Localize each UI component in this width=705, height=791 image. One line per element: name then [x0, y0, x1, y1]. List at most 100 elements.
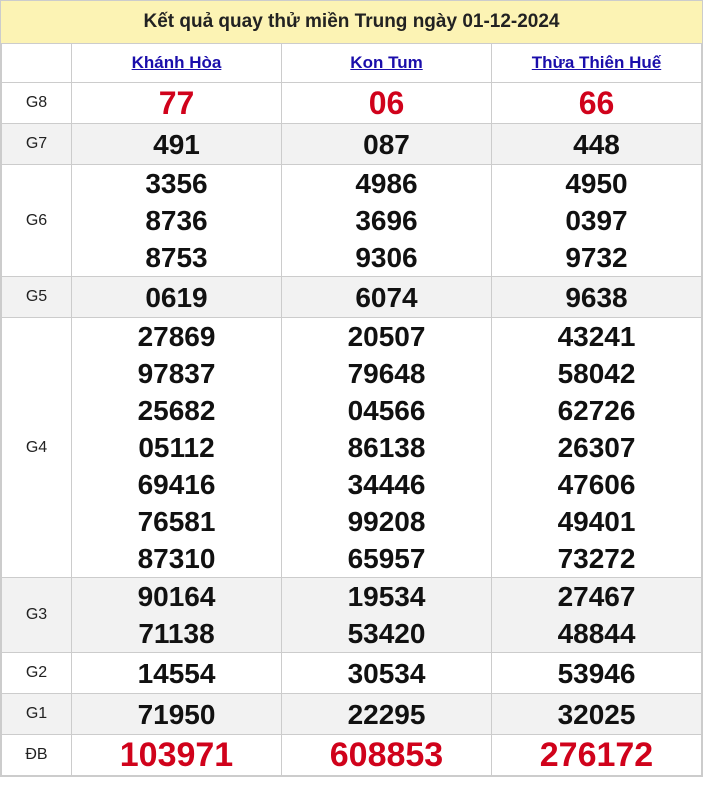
prize-number: 9306 — [355, 242, 418, 273]
prize-number: 86138 — [347, 432, 426, 463]
prize-row-g1: G1 71950 22295 32025 — [1, 693, 702, 735]
prize-number: 04566 — [347, 395, 426, 426]
prize-number: 608853 — [329, 735, 444, 774]
prize-cell: 6074 — [281, 276, 492, 318]
prize-number: 58042 — [557, 358, 636, 389]
prize-number: 87310 — [137, 543, 216, 574]
prize-number: 491 — [153, 128, 200, 160]
prize-number: 276172 — [539, 735, 654, 774]
prize-cell: 27467 48844 — [491, 577, 702, 653]
prize-row-g4: G4 27869 97837 25682 05112 69416 76581 87310 205… — [1, 317, 702, 578]
results-table: Khánh Hòa Kon Tum Thừa Thiên Huế G8 77 06 6… — [1, 43, 702, 776]
prize-label: G4 — [1, 317, 72, 578]
prize-row-g8: G8 77 06 66 — [1, 82, 702, 124]
prize-number: 4986 — [355, 168, 418, 199]
prize-cell: 0619 — [71, 276, 282, 318]
prize-cell: 22295 — [281, 693, 492, 735]
prize-row-g6: G6 3356 8736 8753 4986 3696 9306 4950 0397 9732 — [1, 164, 702, 277]
prize-label: G8 — [1, 82, 72, 124]
prize-number: 43241 — [557, 321, 636, 352]
prize-number: 19534 — [347, 581, 426, 612]
prize-cell: 71950 — [71, 693, 282, 735]
prize-cell: 77 — [71, 82, 282, 124]
results-panel: Kết quả quay thử miền Trung ngày 01-12-2… — [0, 0, 703, 777]
prize-cell: 608853 — [281, 734, 492, 776]
province-header-row: Khánh Hòa Kon Tum Thừa Thiên Huế — [1, 43, 702, 83]
province-link-thua-thien-hue[interactable]: Thừa Thiên Huế — [532, 53, 661, 72]
prize-cell: 087 — [281, 123, 492, 165]
prize-number: 6074 — [355, 281, 418, 313]
prize-number: 99208 — [347, 506, 426, 537]
prize-number: 73272 — [557, 543, 636, 574]
prize-number: 71950 — [137, 698, 216, 730]
prize-cell: 06 — [281, 82, 492, 124]
prize-number: 53946 — [557, 657, 636, 689]
page-title: Kết quả quay thử miền Trung ngày 01-12-2… — [1, 1, 702, 43]
prize-number: 62726 — [557, 395, 636, 426]
prize-number: 448 — [573, 128, 620, 160]
prize-label: G1 — [1, 693, 72, 735]
prize-cell: 66 — [491, 82, 702, 124]
prize-number: 34446 — [347, 469, 426, 500]
prize-number: 77 — [158, 84, 195, 121]
prize-cell: 19534 53420 — [281, 577, 492, 653]
prize-cell: 276172 — [491, 734, 702, 776]
prize-number: 79648 — [347, 358, 426, 389]
prize-number: 9638 — [565, 281, 628, 313]
prize-label: G2 — [1, 652, 72, 694]
corner-cell — [1, 43, 72, 83]
prize-label: G5 — [1, 276, 72, 318]
prize-row-db: ĐB 103971 608853 276172 — [1, 734, 702, 776]
prize-number: 3696 — [355, 205, 418, 236]
prize-number: 20507 — [347, 321, 426, 352]
prize-number: 9732 — [565, 242, 628, 273]
prize-number: 14554 — [137, 657, 216, 689]
prize-number: 90164 — [137, 581, 216, 612]
prize-number: 25682 — [137, 395, 216, 426]
prize-cell: 491 — [71, 123, 282, 165]
prize-number: 06 — [368, 84, 405, 121]
prize-number: 30534 — [347, 657, 426, 689]
province-header: Kon Tum — [281, 43, 492, 83]
prize-number: 22295 — [347, 698, 426, 730]
prize-number: 0619 — [145, 281, 208, 313]
prize-number: 48844 — [557, 618, 636, 649]
prize-number: 27869 — [137, 321, 216, 352]
province-header: Khánh Hòa — [71, 43, 282, 83]
prize-row-g3: G3 90164 71138 19534 53420 27467 48844 — [1, 577, 702, 653]
prize-number: 76581 — [137, 506, 216, 537]
prize-number: 4950 — [565, 168, 628, 199]
prize-number: 103971 — [119, 735, 234, 774]
prize-label: G3 — [1, 577, 72, 653]
prize-cell: 20507 79648 04566 86138 34446 99208 65957 — [281, 317, 492, 578]
prize-number: 8736 — [145, 205, 208, 236]
province-link-kon-tum[interactable]: Kon Tum — [350, 53, 422, 72]
prize-number: 26307 — [557, 432, 636, 463]
prize-label: ĐB — [1, 734, 72, 776]
prize-row-g7: G7 491 087 448 — [1, 123, 702, 165]
province-header: Thừa Thiên Huế — [491, 43, 702, 83]
prize-cell: 30534 — [281, 652, 492, 694]
prize-row-g2: G2 14554 30534 53946 — [1, 652, 702, 694]
prize-number: 66 — [578, 84, 615, 121]
prize-cell: 4986 3696 9306 — [281, 164, 492, 277]
prize-number: 05112 — [138, 432, 215, 463]
prize-number: 087 — [363, 128, 410, 160]
prize-number: 3356 — [145, 168, 208, 199]
prize-cell: 4950 0397 9732 — [491, 164, 702, 277]
prize-number: 97837 — [137, 358, 216, 389]
prize-number: 69416 — [137, 469, 216, 500]
prize-cell: 43241 58042 62726 26307 47606 49401 73272 — [491, 317, 702, 578]
prize-number: 8753 — [145, 242, 208, 273]
prize-cell: 27869 97837 25682 05112 69416 76581 87310 — [71, 317, 282, 578]
prize-number: 0397 — [565, 205, 628, 236]
prize-cell: 32025 — [491, 693, 702, 735]
prize-cell: 9638 — [491, 276, 702, 318]
province-link-khanh-hoa[interactable]: Khánh Hòa — [132, 53, 222, 72]
prize-cell: 3356 8736 8753 — [71, 164, 282, 277]
prize-number: 49401 — [557, 506, 636, 537]
prize-cell: 53946 — [491, 652, 702, 694]
prize-number: 71138 — [138, 618, 215, 649]
prize-number: 32025 — [557, 698, 636, 730]
prize-number: 27467 — [557, 581, 636, 612]
